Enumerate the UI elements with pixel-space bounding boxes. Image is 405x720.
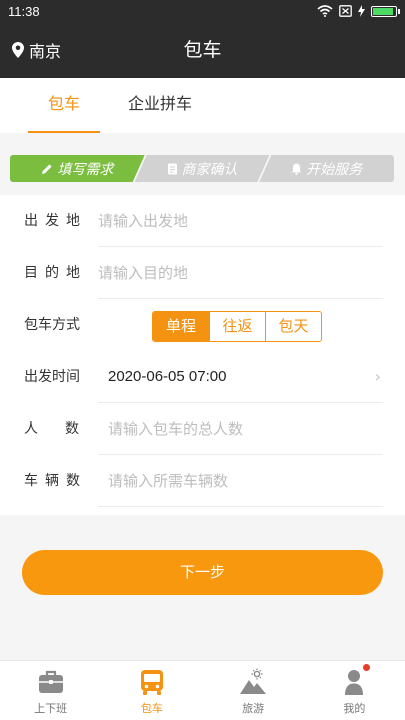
status-icons bbox=[317, 5, 400, 17]
location-selector[interactable]: 南京 bbox=[12, 22, 61, 78]
departure-row: 出发地 bbox=[0, 195, 405, 247]
notification-badge bbox=[362, 664, 370, 671]
trip-type-round-trip-button[interactable]: 往返 bbox=[209, 312, 265, 341]
vehicles-count-input[interactable] bbox=[108, 455, 383, 506]
destination-row: 目的地 bbox=[0, 247, 405, 299]
nav-item-commute[interactable]: 上下班 bbox=[0, 661, 101, 720]
step-label: 开始服务 bbox=[306, 161, 363, 178]
battery-icon bbox=[371, 5, 400, 17]
destination-input[interactable] bbox=[98, 247, 383, 298]
departure-time-label: 出发时间 bbox=[24, 369, 80, 385]
vehicles-row: 车辆数 bbox=[0, 455, 405, 507]
tab-corporate-carpool[interactable]: 企业拼车 bbox=[120, 78, 200, 133]
step-fill-requirements: 填写需求 bbox=[10, 155, 145, 182]
trip-type-label: 包车方式 bbox=[24, 317, 80, 333]
no-sim-icon bbox=[339, 5, 352, 17]
people-count-input[interactable] bbox=[108, 403, 383, 454]
nav-label: 包车 bbox=[140, 702, 163, 715]
charging-icon bbox=[358, 5, 365, 17]
nav-label: 旅游 bbox=[242, 702, 265, 715]
vehicles-label: 车辆数 bbox=[24, 473, 87, 489]
user-icon bbox=[345, 670, 364, 695]
trip-type-full-day-button[interactable]: 包天 bbox=[265, 312, 321, 341]
location-label: 南京 bbox=[29, 42, 62, 61]
nav-item-mine[interactable]: 我的 bbox=[304, 661, 405, 720]
location-pin-icon bbox=[12, 42, 24, 58]
departure-input[interactable] bbox=[98, 195, 383, 246]
trip-type-selector: 单程 往返 包天 bbox=[152, 311, 322, 342]
bottom-nav: 上下班 包车 旅游 我的 bbox=[0, 660, 405, 720]
status-bar: 11:38 bbox=[0, 0, 405, 22]
step-start-service: 开始服务 bbox=[259, 155, 395, 182]
battery-fill bbox=[373, 7, 393, 15]
destination-label: 目的地 bbox=[24, 265, 87, 281]
status-time: 11:38 bbox=[8, 3, 40, 19]
nav-item-travel[interactable]: 旅游 bbox=[203, 661, 304, 720]
tab-bar: 包车 企业拼车 bbox=[0, 78, 405, 133]
step-label: 商家确认 bbox=[181, 161, 238, 178]
next-step-button[interactable]: 下一步 bbox=[22, 550, 383, 595]
progress-steps: 填写需求 商家确认 开始服务 bbox=[10, 155, 395, 182]
wifi-icon bbox=[317, 5, 333, 17]
departure-label: 出发地 bbox=[24, 213, 87, 229]
briefcase-icon bbox=[38, 670, 63, 693]
nav-item-charter[interactable]: 包车 bbox=[101, 661, 202, 720]
nav-label: 我的 bbox=[343, 702, 366, 715]
mountain-sun-icon bbox=[240, 668, 267, 694]
chevron-right-icon: › bbox=[374, 367, 381, 386]
step-label: 填写需求 bbox=[57, 161, 114, 178]
document-icon bbox=[167, 163, 178, 175]
bell-icon bbox=[291, 163, 302, 175]
divider bbox=[98, 506, 383, 507]
step-merchant-confirm: 商家确认 bbox=[135, 155, 270, 182]
pencil-icon bbox=[41, 163, 53, 175]
nav-label: 上下班 bbox=[34, 702, 68, 715]
title-bar: 南京 包车 bbox=[0, 22, 405, 78]
charter-form: 出发地 目的地 包车方式 单程 往返 包天 出发时间 2020-06-05 07… bbox=[0, 195, 405, 515]
departure-time-value[interactable]: 2020-06-05 07:00 bbox=[108, 351, 226, 403]
trip-type-row: 包车方式 单程 往返 包天 bbox=[0, 299, 405, 351]
tab-charter[interactable]: 包车 bbox=[28, 78, 100, 133]
trip-type-one-way-button[interactable]: 单程 bbox=[153, 312, 209, 341]
people-row: 人数 bbox=[0, 403, 405, 455]
people-label: 人数 bbox=[24, 421, 106, 437]
departure-time-row[interactable]: 出发时间 2020-06-05 07:00 › bbox=[0, 351, 405, 403]
bus-icon bbox=[140, 670, 163, 695]
